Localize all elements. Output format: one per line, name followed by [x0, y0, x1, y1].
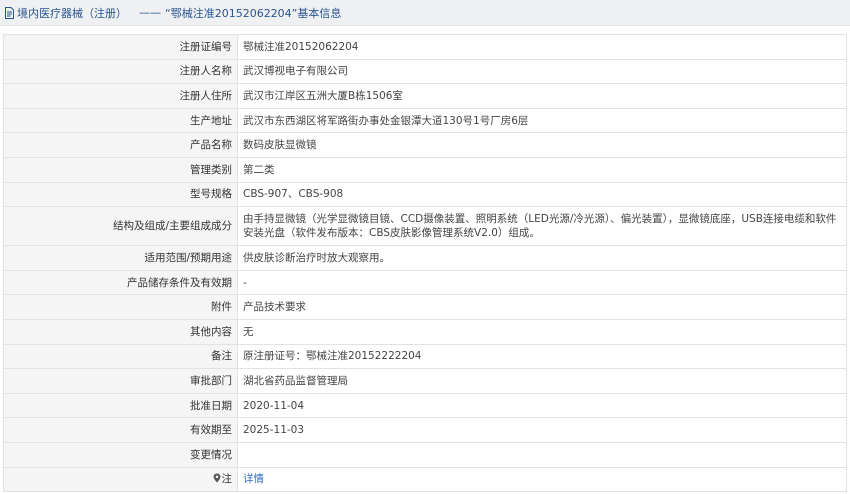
- title-separator: ——: [139, 6, 161, 19]
- pin-icon: [213, 473, 221, 483]
- table-row: 附件 产品技术要求: [3, 294, 847, 320]
- table-row: 适用范围/预期用途 供皮肤诊断治疗时放大观察用。: [3, 245, 847, 271]
- detail-table: 注册证编号 鄂械注准20152062204 注册人名称 武汉博视电子有限公司 注…: [3, 34, 847, 493]
- row-value: 无: [237, 318, 847, 345]
- table-row: 注册证编号 鄂械注准20152062204: [3, 34, 847, 60]
- table-row: 变更情况: [3, 441, 847, 468]
- row-value: 2020-11-04: [237, 392, 847, 419]
- row-label: 有效期至: [3, 417, 238, 443]
- page-record-title: “鄂械注准20152062204”基本信息: [165, 6, 342, 20]
- row-value: 武汉市东西湖区将军路街办事处金银潭大道130号1号厂房6层: [237, 107, 847, 134]
- note-label-cell: 注: [3, 466, 238, 493]
- table-row: 管理类别 第二类: [3, 156, 847, 183]
- row-label: 产品名称: [3, 132, 238, 158]
- detail-container: 注册证编号 鄂械注准20152062204 注册人名称 武汉博视电子有限公司 注…: [0, 26, 850, 493]
- row-value: 详情: [237, 466, 847, 493]
- table-row: 其他内容 无: [3, 318, 847, 345]
- page-title-bar: 境内医疗器械（注册） —— “鄂械注准20152062204”基本信息: [0, 0, 850, 26]
- row-value: 武汉市江岸区五洲大厦B栋1506室: [237, 83, 847, 109]
- row-label: 适用范围/预期用途: [3, 245, 238, 271]
- row-value: 由手持显微镜（光学显微镜目镜、CCD摄像装置、照明系统（LED光源/冷光源）、偏…: [237, 206, 847, 247]
- document-icon: [4, 6, 15, 19]
- table-row: 有效期至 2025-11-03: [3, 417, 847, 443]
- table-row: 注册人住所 武汉市江岸区五洲大厦B栋1506室: [3, 83, 847, 109]
- table-row: 注 详情: [3, 466, 847, 493]
- row-value: CBS-907、CBS-908: [237, 181, 847, 208]
- row-label: 生产地址: [3, 107, 238, 134]
- row-value: 第二类: [237, 156, 847, 183]
- row-label: 附件: [3, 294, 238, 320]
- row-label: 其他内容: [3, 318, 238, 345]
- table-row: 结构及组成/主要组成成分 由手持显微镜（光学显微镜目镜、CCD摄像装置、照明系统…: [3, 206, 847, 247]
- row-value: 数码皮肤显微镜: [237, 132, 847, 158]
- table-row: 备注 原注册证号：鄂械注准20152222204: [3, 343, 847, 370]
- row-label: 注: [221, 473, 233, 486]
- page-category: 境内医疗器械（注册）: [17, 6, 127, 20]
- row-value: 产品技术要求: [237, 294, 847, 320]
- table-row: 注册人名称 武汉博视电子有限公司: [3, 58, 847, 85]
- table-row: 产品名称 数码皮肤显微镜: [3, 132, 847, 158]
- row-label: 管理类别: [3, 156, 238, 183]
- row-label: 注册人住所: [3, 83, 238, 109]
- row-label: 审批部门: [3, 368, 238, 394]
- table-row: 产品储存条件及有效期 -: [3, 269, 847, 296]
- row-value: -: [237, 269, 847, 296]
- row-label: 备注: [3, 343, 238, 370]
- row-label: 产品储存条件及有效期: [3, 269, 238, 296]
- details-link[interactable]: 详情: [243, 473, 264, 485]
- row-value: 鄂械注准20152062204: [237, 34, 847, 60]
- row-value: [237, 441, 847, 468]
- row-label: 变更情况: [3, 441, 238, 468]
- row-value: 供皮肤诊断治疗时放大观察用。: [237, 245, 847, 271]
- row-label: 型号规格: [3, 181, 238, 208]
- row-label: 批准日期: [3, 392, 238, 419]
- table-row: 生产地址 武汉市东西湖区将军路街办事处金银潭大道130号1号厂房6层: [3, 107, 847, 134]
- row-value: 原注册证号：鄂械注准20152222204: [237, 343, 847, 370]
- row-value: 武汉博视电子有限公司: [237, 58, 847, 85]
- row-label: 注册人名称: [3, 58, 238, 85]
- table-row: 审批部门 湖北省药品监督管理局: [3, 368, 847, 394]
- row-value: 2025-11-03: [237, 417, 847, 443]
- row-value: 湖北省药品监督管理局: [237, 368, 847, 394]
- row-label: 结构及组成/主要组成成分: [3, 206, 238, 247]
- row-label: 注册证编号: [3, 34, 238, 60]
- table-row: 型号规格 CBS-907、CBS-908: [3, 181, 847, 208]
- table-row: 批准日期 2020-11-04: [3, 392, 847, 419]
